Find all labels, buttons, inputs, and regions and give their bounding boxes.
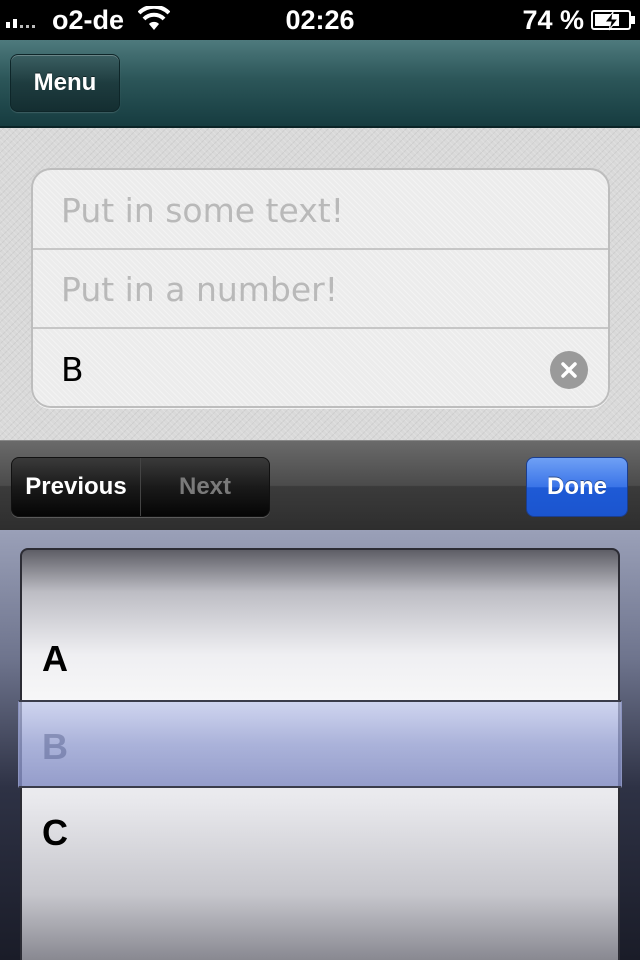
done-button[interactable]: Done [526,457,628,517]
picker-input[interactable] [61,329,561,406]
input-accessory-toolbar: Previous Next Done [0,440,640,530]
close-icon [561,362,577,378]
form-group [31,168,610,408]
picker-view: A B C [0,530,640,960]
navigation-bar: Menu [0,40,640,128]
text-input[interactable] [61,170,561,250]
battery-charging-icon [591,10,635,31]
picker-option[interactable]: A [42,638,68,680]
number-input[interactable] [61,249,561,329]
previous-next-segmented-control: Previous Next [11,457,270,517]
clear-text-button[interactable] [550,351,588,389]
battery-percentage: 74 % [522,5,584,35]
picker-field-row [33,329,608,406]
next-button[interactable]: Next [141,458,269,516]
picker-selection-indicator [18,700,622,788]
text-field-row [33,170,608,250]
number-field-row [33,249,608,329]
status-bar: o2-de 02:26 74 % [0,0,640,40]
previous-button[interactable]: Previous [12,458,141,516]
menu-button[interactable]: Menu [10,54,120,112]
picker-option[interactable]: C [42,812,68,854]
form-area [0,128,640,440]
